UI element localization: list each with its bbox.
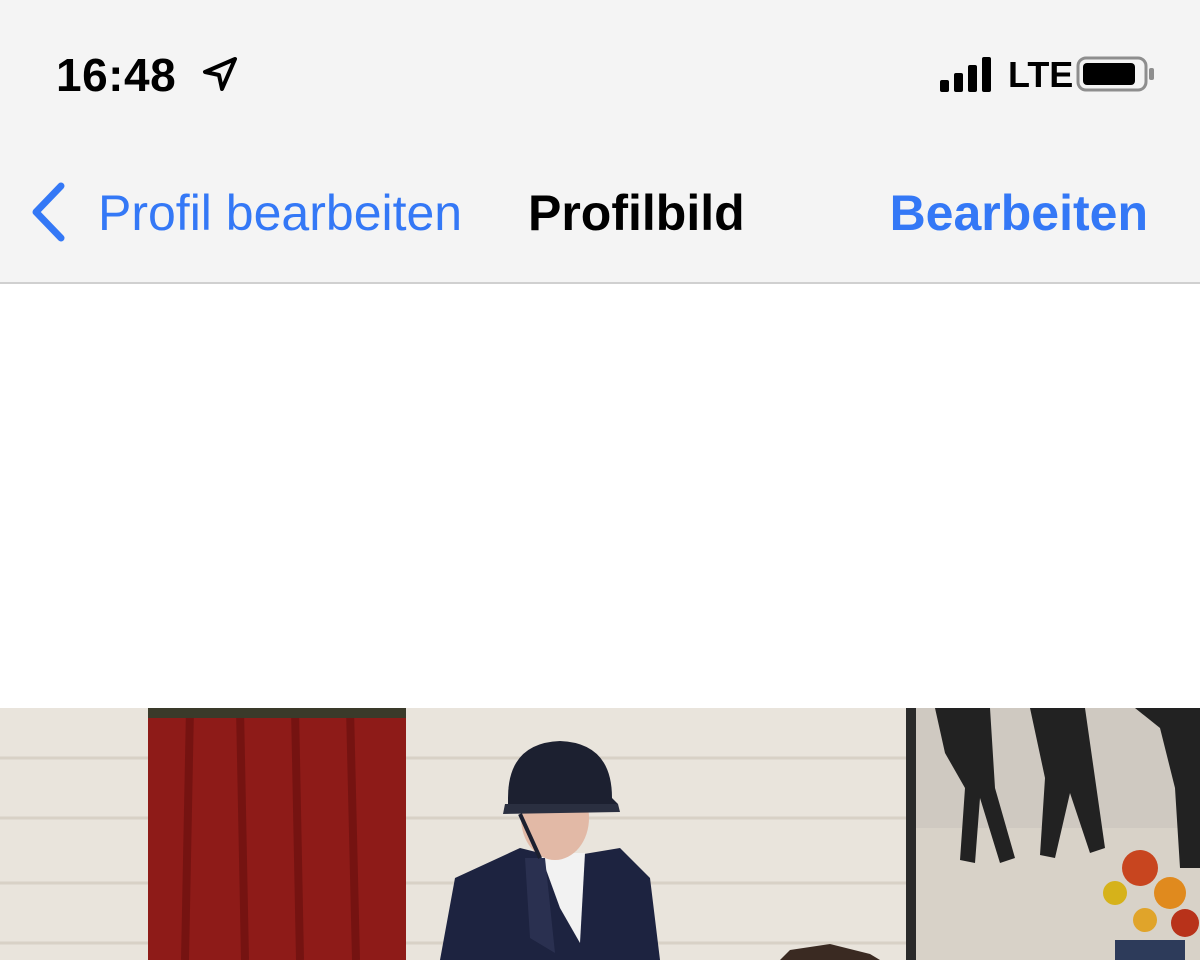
location-arrow-icon — [203, 57, 237, 91]
profile-photo[interactable] — [0, 708, 1200, 960]
chevron-left-icon[interactable] — [28, 180, 68, 244]
cellular-signal-icon — [940, 57, 991, 92]
navigation-bar: Profil bearbeiten Profilbild Bearbeiten — [0, 150, 1200, 284]
status-bar: 16:48 LTE — [0, 0, 1200, 150]
network-type: LTE — [1008, 54, 1074, 95]
back-button[interactable]: Profil bearbeiten — [98, 184, 462, 242]
profile-photo-view — [0, 284, 1200, 960]
battery-icon — [1076, 56, 1154, 92]
status-time: 16:48 — [56, 49, 177, 101]
edit-button[interactable]: Bearbeiten — [890, 184, 1148, 242]
page-title: Profilbild — [528, 185, 745, 241]
